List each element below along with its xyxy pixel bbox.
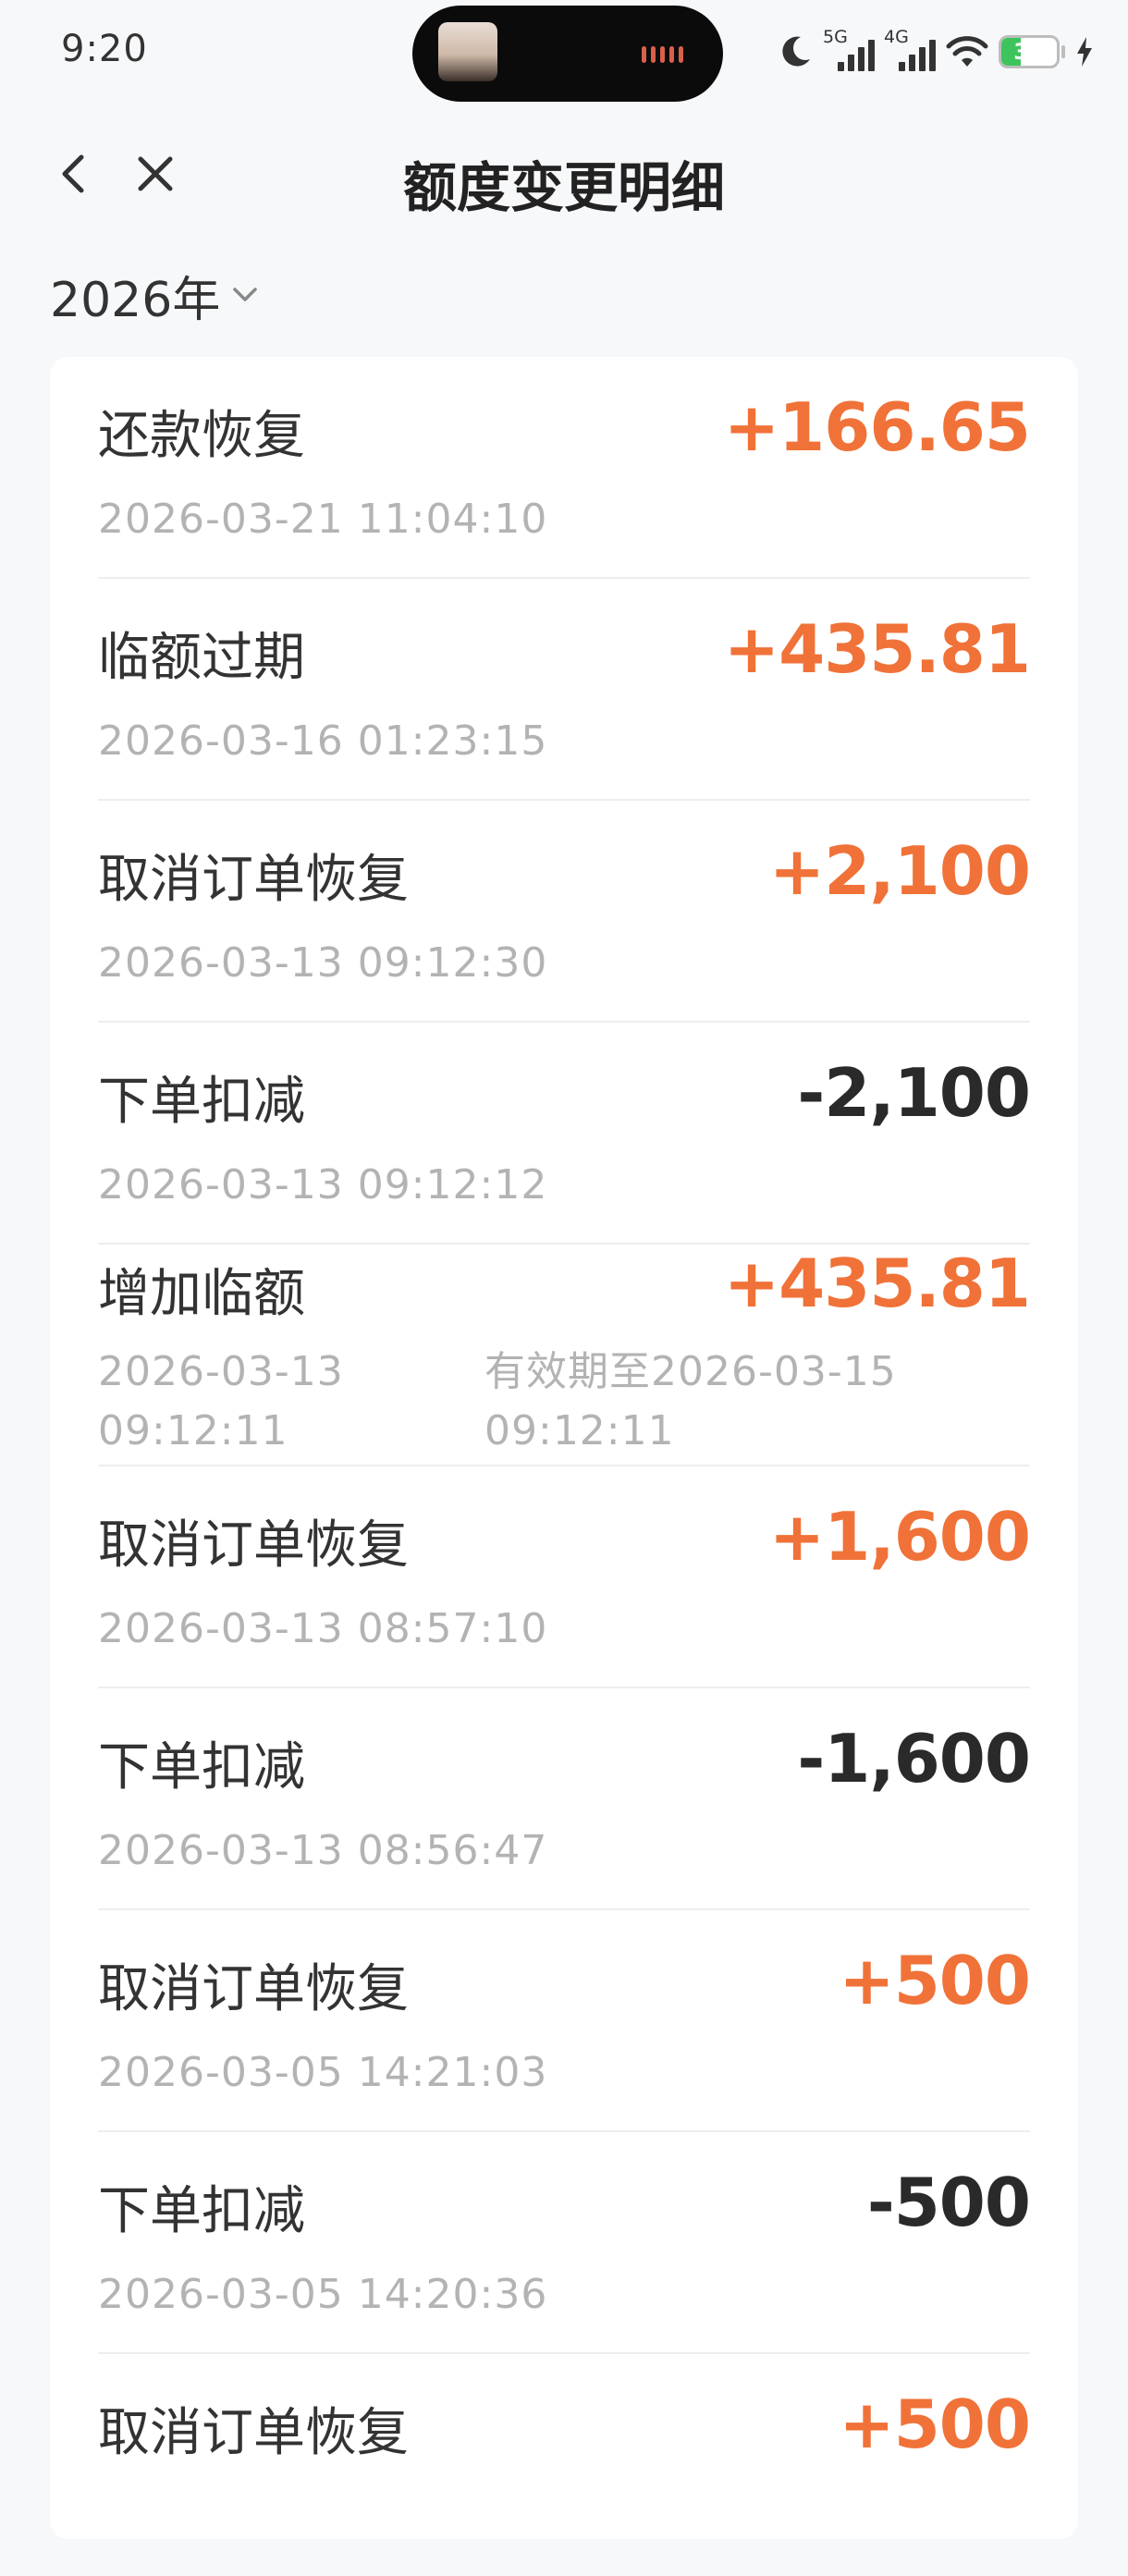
record-amount: +1,600 [768, 1498, 1031, 1576]
record-time: 2026-03-13 08:56:47 [98, 1827, 548, 1874]
moon-icon [782, 36, 810, 67]
battery-icon: 35 [999, 35, 1060, 68]
records-card: 还款恢复 +166.65 2026-03-21 11:04:10 临额过期 +4… [50, 357, 1078, 2539]
record-time: 2026-03-13 09:12:11 [98, 1343, 412, 1461]
status-icons: 5G 4G 35 [777, 26, 1095, 78]
year-filter-dropdown[interactable]: 2026年 [50, 263, 261, 328]
record-time: 2026-03-13 09:12:30 [98, 939, 548, 987]
record-time-date: 2026-03-13 [98, 1348, 344, 1395]
list-item[interactable]: 取消订单恢复 +500 2026-03-05 14:21:03 [98, 1910, 1031, 2132]
clock: 9:20 [61, 28, 148, 70]
battery-level: 35 [1013, 39, 1045, 65]
media-thumbnail [438, 22, 497, 81]
validity-date: 有效期至2026-03-15 [484, 1348, 897, 1395]
wifi-icon [946, 36, 988, 67]
record-title: 还款恢复 [98, 406, 305, 466]
signal-5g-icon: 5G [823, 27, 875, 73]
record-title: 临额过期 [98, 628, 305, 688]
audio-wave-icon [642, 46, 683, 63]
validity-clock: 09:12:11 [484, 1407, 675, 1454]
record-amount: +435.81 [723, 1245, 1031, 1322]
list-item[interactable]: 下单扣减 -500 2026-03-05 14:20:36 [98, 2132, 1031, 2354]
list-item[interactable]: 取消订单恢复 +1,600 2026-03-13 08:57:10 [98, 1466, 1031, 1688]
record-title: 取消订单恢复 [98, 850, 409, 910]
record-title: 下单扣减 [98, 1072, 305, 1132]
list-item[interactable]: 下单扣减 -2,100 2026-03-13 09:12:12 [98, 1023, 1031, 1245]
nav-bar: 额度变更明细 [0, 109, 1128, 248]
list-item[interactable]: 下单扣减 -1,600 2026-03-13 08:56:47 [98, 1688, 1031, 1910]
record-time-clock: 09:12:11 [98, 1407, 288, 1454]
record-title: 增加临额 [98, 1264, 305, 1324]
list-item[interactable]: 取消订单恢复 +2,100 2026-03-13 09:12:30 [98, 801, 1031, 1023]
record-time: 2026-03-21 11:04:10 [98, 496, 548, 543]
record-title: 下单扣减 [98, 2181, 305, 2241]
record-amount: -1,600 [797, 1720, 1031, 1797]
record-amount: -500 [866, 2164, 1031, 2241]
list-item[interactable]: 临额过期 +435.81 2026-03-16 01:23:15 [98, 579, 1031, 801]
record-title: 取消订单恢复 [98, 1515, 409, 1576]
record-title: 下单扣减 [98, 1737, 305, 1797]
validity-note: 有效期至2026-03-15 09:12:11 [484, 1343, 965, 1461]
record-time: 2026-03-13 09:12:12 [98, 1161, 548, 1208]
record-time: 2026-03-13 08:57:10 [98, 1605, 548, 1652]
record-amount: +166.65 [723, 388, 1031, 466]
record-amount: +500 [839, 1942, 1031, 2019]
record-amount: +500 [839, 2386, 1031, 2463]
signal-4g-icon: 4G [884, 27, 936, 73]
record-amount: +435.81 [723, 610, 1031, 688]
list-item[interactable]: 取消订单恢复 +500 [98, 2354, 1031, 2576]
record-time: 2026-03-16 01:23:15 [98, 718, 548, 765]
chevron-down-icon [233, 288, 258, 301]
record-title: 取消订单恢复 [98, 2403, 409, 2463]
list-item[interactable]: 增加临额 +435.81 2026-03-13 09:12:11 有效期至202… [98, 1245, 1031, 1466]
year-label: 2026年 [50, 272, 221, 328]
record-title: 取消订单恢复 [98, 1959, 409, 2019]
status-bar: 9:20 5G 4G 35 [0, 0, 1128, 109]
list-item[interactable]: 还款恢复 +166.65 2026-03-21 11:04:10 [98, 357, 1031, 579]
dynamic-island[interactable] [412, 6, 723, 102]
record-amount: +2,100 [768, 832, 1031, 910]
record-amount: -2,100 [797, 1054, 1031, 1132]
record-time: 2026-03-05 14:20:36 [98, 2271, 548, 2318]
page-title: 额度变更明细 [402, 156, 725, 219]
charging-bolt-icon [1077, 37, 1092, 67]
record-time: 2026-03-05 14:21:03 [98, 2049, 548, 2096]
